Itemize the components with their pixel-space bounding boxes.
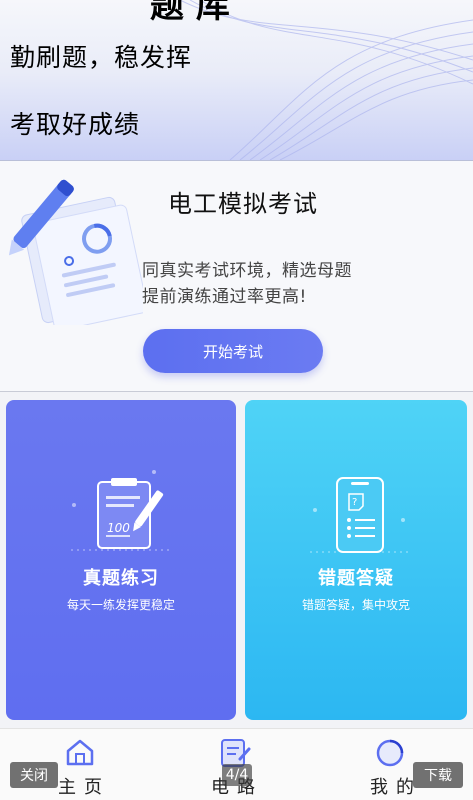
page-indicator: 4/4 <box>222 764 252 786</box>
tile-title: 真题练习 <box>83 568 159 589</box>
wrong-questions-review-tile[interactable]: ? 错题答疑 错题答疑，集中攻克 <box>245 400 467 720</box>
exam-description-line-1: 同真实考试环境，精选母题 <box>142 261 352 281</box>
nav-label: 主页 <box>58 777 110 798</box>
real-questions-practice-tile[interactable]: 100 真题练习 每天一练发挥更稳定 <box>6 400 236 720</box>
page-title: 题 库 <box>150 0 230 26</box>
profile-icon <box>376 739 404 767</box>
tile-title: 错题答疑 <box>318 568 394 589</box>
clipboard-score-icon: 100 <box>71 470 171 551</box>
home-icon <box>66 739 94 766</box>
start-exam-button[interactable]: 开始考试 <box>143 329 323 373</box>
exam-paper-illustration-icon <box>8 179 143 325</box>
tile-subtitle: 错题答疑，集中攻克 <box>301 598 410 612</box>
svg-text:100: 100 <box>107 521 130 535</box>
exam-title: 电工模拟考试 <box>168 190 318 218</box>
divider <box>0 391 473 392</box>
svg-text:?: ? <box>352 497 357 508</box>
slogan-line-1: 勤刷题，稳发挥 <box>10 43 193 72</box>
close-button[interactable]: 关闭 <box>10 762 58 788</box>
exam-description-line-2: 提前演练通过率更高! <box>142 287 307 307</box>
phone-question-icon: ? <box>310 477 410 553</box>
header-banner: 题 库 勤刷题，稳发挥 考取好成绩 <box>0 0 473 160</box>
slogan-line-2: 考取好成绩 <box>10 110 141 139</box>
tile-subtitle: 每天一练发挥更稳定 <box>66 598 175 612</box>
download-button[interactable]: 下载 <box>413 762 463 788</box>
mock-exam-card: 电工模拟考试 同真实考试环境，精选母题 提前演练通过率更高! 开始考试 <box>0 161 473 391</box>
